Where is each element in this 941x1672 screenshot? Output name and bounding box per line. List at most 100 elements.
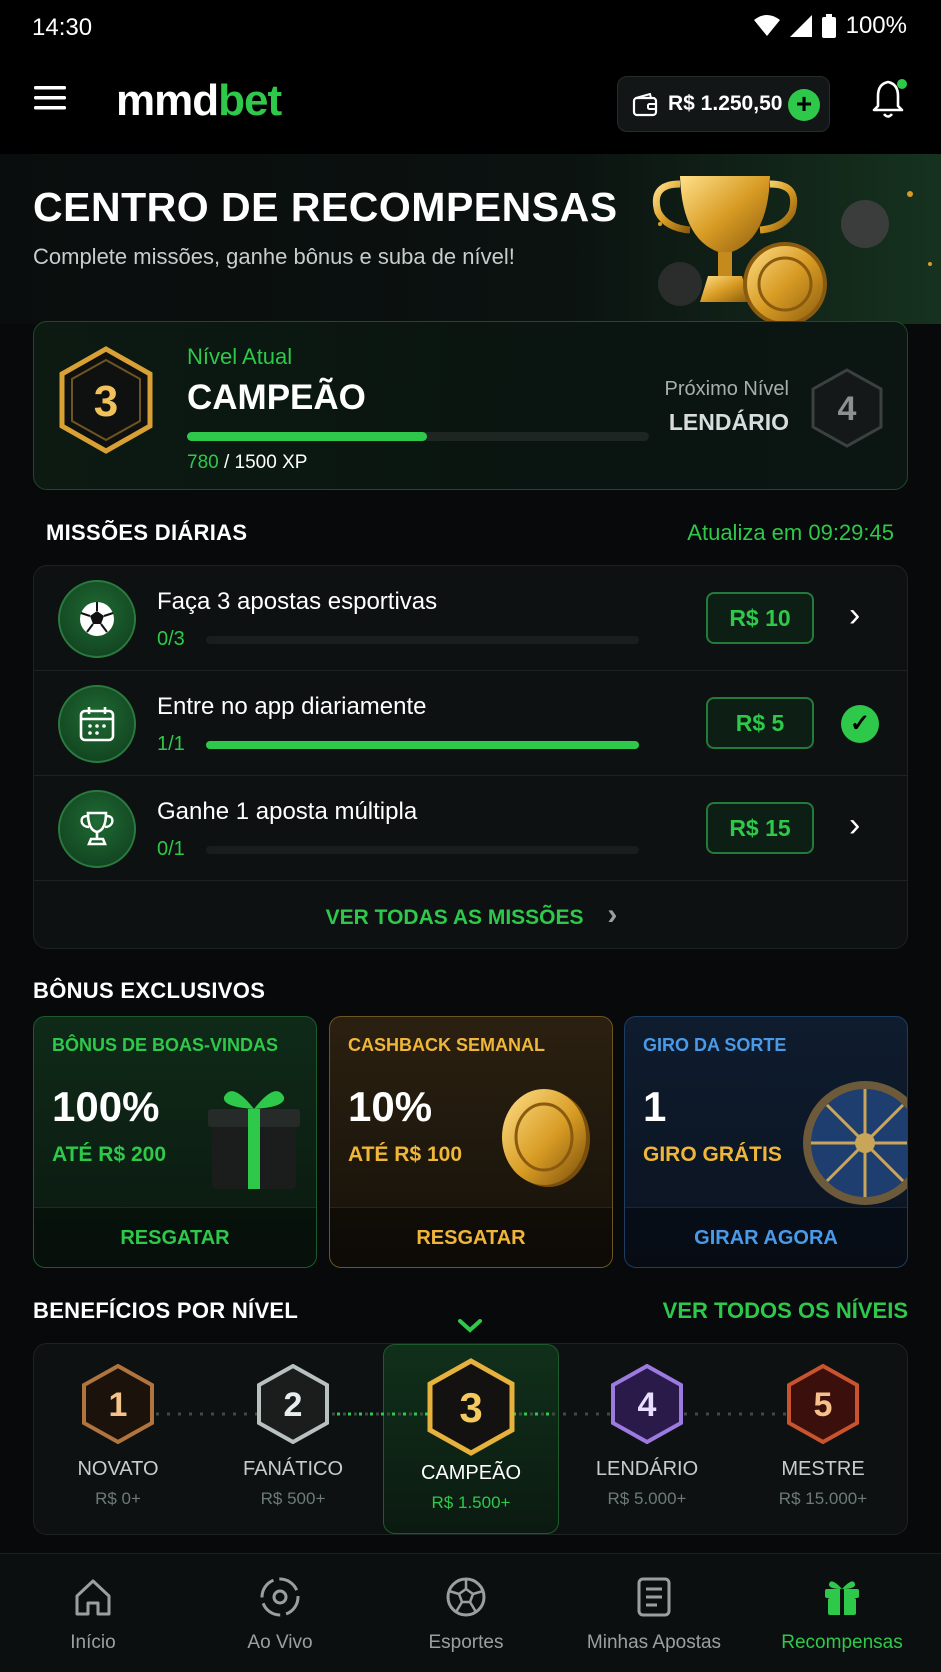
level-benefits-track: 1 NOVATO R$ 0+ 2 FANÁTICO R$ 500+ 3 CAMP… bbox=[33, 1343, 908, 1535]
chevron-right-icon[interactable]: › bbox=[849, 596, 860, 635]
app-header: mmdbet R$ 1.250,50 + bbox=[0, 56, 941, 154]
see-all-levels-link[interactable]: VER TODOS OS NÍVEIS bbox=[663, 1298, 908, 1324]
xp-progress-bar bbox=[187, 432, 649, 441]
next-level-label: Próximo Nível bbox=[664, 378, 789, 400]
battery-icon bbox=[821, 14, 836, 38]
bonus-subtitle: ATÉ R$ 100 bbox=[348, 1143, 462, 1166]
check-circle-icon: ✓ bbox=[841, 705, 879, 743]
mission-progress-bar bbox=[206, 741, 639, 749]
svg-text:3: 3 bbox=[94, 377, 118, 426]
level-label: Nível Atual bbox=[187, 344, 293, 369]
mission-title: Faça 3 apostas esportivas bbox=[157, 588, 438, 615]
battery-percent: 100% bbox=[845, 12, 907, 39]
level-tier-requirement: R$ 15.000+ bbox=[778, 1489, 868, 1508]
bonus-value: 100% bbox=[52, 1083, 160, 1130]
cashback-bonus-card[interactable]: CASHBACK SEMANAL 10% ATÉ R$ 100 RESGATAR bbox=[329, 1016, 613, 1268]
bonus-tag: BÔNUS DE BOAS-VINDAS bbox=[52, 1035, 279, 1055]
svg-text:5: 5 bbox=[814, 1386, 833, 1424]
bonus-section-title: BÔNUS EXCLUSIVOS bbox=[33, 978, 266, 1003]
notification-bell-icon[interactable] bbox=[870, 78, 910, 120]
soccer-ball-icon bbox=[376, 1572, 556, 1622]
mission-count: 0/3 bbox=[157, 628, 185, 650]
bonus-value: 10% bbox=[348, 1083, 433, 1130]
level-badge: 2 bbox=[257, 1364, 329, 1444]
status-time: 14:30 bbox=[32, 14, 93, 41]
lucky-spin-card[interactable]: GIRO DA SORTE 1 GIRO GRÁTIS GIRAR AGORA bbox=[624, 1016, 908, 1268]
nav-item-recompensas[interactable]: Recompensas bbox=[752, 1572, 932, 1654]
live-icon bbox=[190, 1572, 370, 1622]
mission-title: Entre no app diariamente bbox=[157, 693, 427, 720]
welcome-bonus-card[interactable]: BÔNUS DE BOAS-VINDAS 100% ATÉ R$ 200 RES… bbox=[33, 1016, 317, 1268]
level-tier-requirement: R$ 1.500+ bbox=[431, 1493, 511, 1512]
current-level-card[interactable]: 3 Nível Atual CAMPEÃO 780 / 1500 XP Próx… bbox=[33, 321, 908, 490]
trophy-icon bbox=[58, 790, 136, 868]
mission-reward-badge: R$ 15 bbox=[706, 802, 814, 854]
add-funds-icon[interactable]: + bbox=[788, 89, 820, 121]
svg-text:3: 3 bbox=[459, 1384, 482, 1431]
level-hexagon-badge: 3 bbox=[59, 346, 153, 454]
prize-wheel-icon bbox=[803, 1081, 907, 1205]
bonus-tag: CASHBACK SEMANAL bbox=[348, 1035, 545, 1055]
signal-icon bbox=[789, 15, 812, 37]
mission-row[interactable]: Ganhe 1 aposta múltipla 0/1 R$ 15 › bbox=[34, 776, 907, 881]
level-badge: 3 bbox=[427, 1358, 515, 1456]
level-tier-name: CAMPEÃO bbox=[420, 1462, 522, 1484]
bonus-value: 1 bbox=[643, 1083, 667, 1130]
trophy-illustration-icon bbox=[652, 176, 932, 324]
level-tier-4[interactable]: 4 LENDÁRIO R$ 5.000+ bbox=[572, 1364, 722, 1509]
mission-title: Ganhe 1 aposta múltipla bbox=[157, 798, 418, 825]
level-tier-name: FANÁTICO bbox=[242, 1458, 343, 1480]
mission-reward-badge: R$ 5 bbox=[706, 697, 814, 749]
level-tier-requirement: R$ 500+ bbox=[260, 1489, 326, 1508]
nav-item-inicio[interactable]: Início bbox=[3, 1572, 183, 1654]
level-tier-3[interactable]: 3 CAMPEÃO R$ 1.500+ bbox=[396, 1358, 546, 1513]
bottom-navigation: Início Ao Vivo Esportes Minhas Apostas R… bbox=[0, 1553, 941, 1672]
nav-item-ao-vivo[interactable]: Ao Vivo bbox=[190, 1572, 370, 1654]
mission-count: 0/1 bbox=[157, 838, 185, 860]
mission-progress-bar bbox=[206, 636, 639, 644]
page-title: CENTRO DE RECOMPENSAS bbox=[33, 184, 618, 230]
balance-amount: R$ 1.250,50 bbox=[668, 92, 783, 115]
chevron-down-icon bbox=[458, 1319, 482, 1333]
level-tier-5[interactable]: 5 MESTRE R$ 15.000+ bbox=[748, 1364, 898, 1509]
level-tier-1[interactable]: 1 NOVATO R$ 0+ bbox=[43, 1364, 193, 1509]
nav-item-minhas-apostas[interactable]: Minhas Apostas bbox=[564, 1572, 744, 1654]
calendar-icon bbox=[58, 685, 136, 763]
level-badge: 1 bbox=[82, 1364, 154, 1444]
svg-text:2: 2 bbox=[284, 1386, 303, 1424]
home-icon bbox=[3, 1572, 183, 1622]
mission-row[interactable]: Entre no app diariamente 1/1 R$ 5 ✓ bbox=[34, 671, 907, 776]
missions-refresh-timer: Atualiza em 09:29:45 bbox=[687, 520, 894, 545]
level-tier-requirement: R$ 5.000+ bbox=[607, 1489, 687, 1508]
mission-progress-bar bbox=[206, 846, 639, 854]
level-badge: 4 bbox=[611, 1364, 683, 1444]
bonus-subtitle: ATÉ R$ 200 bbox=[52, 1143, 166, 1166]
wifi-icon bbox=[753, 15, 780, 36]
rewards-hero: CENTRO DE RECOMPENSAS Complete missões, … bbox=[0, 154, 941, 324]
spin-now-button[interactable]: GIRAR AGORA bbox=[625, 1207, 907, 1267]
missions-list: Faça 3 apostas esportivas 0/3 R$ 10 › En… bbox=[33, 565, 908, 949]
page-subtitle: Complete missões, ganhe bônus e suba de … bbox=[33, 244, 515, 269]
gift-box-icon bbox=[208, 1091, 300, 1189]
level-badge: 5 bbox=[787, 1364, 859, 1444]
mission-reward-badge: R$ 10 bbox=[706, 592, 814, 644]
level-tier-name: NOVATO bbox=[77, 1458, 159, 1480]
claim-button[interactable]: RESGATAR bbox=[330, 1207, 612, 1267]
claim-button[interactable]: RESGATAR bbox=[34, 1207, 316, 1267]
wallet-balance-button[interactable]: R$ 1.250,50 + bbox=[617, 76, 830, 132]
benefits-section-title: BENEFÍCIOS POR NÍVEL bbox=[33, 1298, 299, 1323]
level-tier-name: LENDÁRIO bbox=[595, 1458, 699, 1480]
chevron-right-icon[interactable]: › bbox=[849, 806, 860, 845]
next-level-name: LENDÁRIO bbox=[668, 409, 789, 435]
gift-icon bbox=[752, 1572, 932, 1622]
see-all-missions-link[interactable]: VER TODAS AS MISSÕES › bbox=[34, 881, 907, 948]
nav-item-esportes[interactable]: Esportes bbox=[376, 1572, 556, 1654]
level-tier-name: MESTRE bbox=[781, 1458, 865, 1480]
level-tier-2[interactable]: 2 FANÁTICO R$ 500+ bbox=[218, 1364, 368, 1509]
menu-icon[interactable] bbox=[34, 84, 66, 112]
brand-logo[interactable]: mmdbet bbox=[116, 76, 282, 126]
mission-row[interactable]: Faça 3 apostas esportivas 0/3 R$ 10 › bbox=[34, 566, 907, 671]
gold-coin-icon bbox=[502, 1089, 590, 1187]
soccer-ball-icon bbox=[58, 580, 136, 658]
bonus-tag: GIRO DA SORTE bbox=[643, 1035, 787, 1055]
